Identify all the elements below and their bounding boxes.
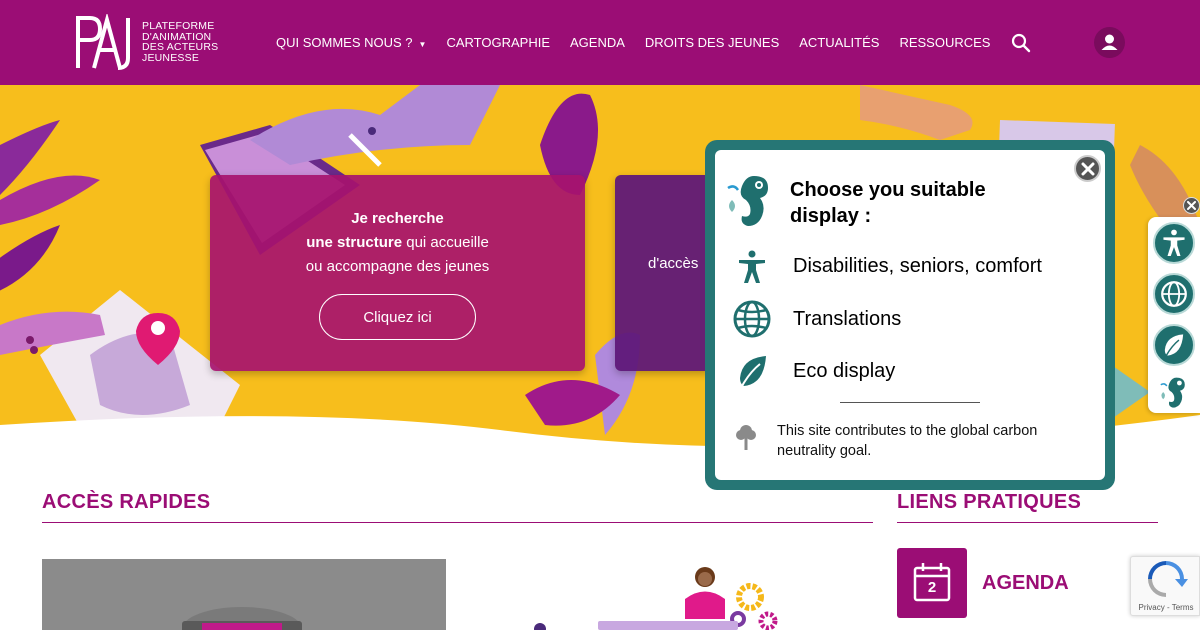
card-line: ou accompagne des jeunes [305,258,490,275]
toolbar-globe-icon[interactable] [1153,273,1195,315]
section-divider [897,522,1158,523]
agenda-tile-day: 2 [927,579,937,596]
popup-title: Choose you suitable display : [790,179,986,227]
option-eco-display[interactable]: Eco display [793,360,895,383]
main-nav: QUI SOMMES NOUS ? ▼ CARTOGRAPHIE AGENDA D… [276,35,990,50]
nav-label: QUI SOMMES NOUS ? [276,35,413,50]
option-translations[interactable]: Translations [793,308,901,331]
popup-divider [840,402,980,403]
globe-icon [733,300,771,343]
close-icon[interactable] [1074,155,1101,182]
nav-cartographie[interactable]: CARTOGRAPHIE [446,35,550,50]
nav-agenda[interactable]: AGENDA [570,35,625,50]
toolbar-seahorse-icon[interactable] [1158,374,1190,415]
agenda-link[interactable]: AGENDA [982,572,1069,595]
second-hero-card[interactable]: d'accès [615,175,715,371]
section-divider [42,522,873,523]
logo-mark [74,12,136,70]
nav-ressources[interactable]: RESSOURCES [899,35,990,50]
useful-links-heading: LIENS PRATIQUES [897,491,1082,513]
caret-down-icon: ▼ [418,40,427,49]
nav-actualites[interactable]: ACTUALITÉS [799,35,879,50]
site-logo[interactable]: PLATEFORME D'ANIMATION DES ACTEURS JEUNE… [74,12,218,70]
popup-arrow [1110,364,1150,420]
toolbar-leaf-icon[interactable] [1153,324,1195,366]
quick-access-illustration [534,567,778,630]
recaptcha-links[interactable]: Privacy - Terms [1131,603,1200,612]
nav-qui-sommes-nous[interactable]: QUI SOMMES NOUS ? ▼ [276,35,426,50]
search-structure-card: Je recherche une structure qui accueille… [210,175,585,371]
recaptcha-icon [1148,561,1188,597]
logo-text: PLATEFORME D'ANIMATION DES ACTEURS JEUNE… [142,21,218,63]
card2-text: d'accès [648,255,699,272]
quick-access-tile[interactable] [42,559,446,630]
card-line-bold: une structure [306,234,403,251]
quick-access-heading: ACCÈS RAPIDES [42,491,211,513]
accessibility-icon [736,250,768,289]
card-line: Je recherche [351,210,444,227]
carbon-neutrality-note: This site contributes to the global carb… [777,423,1038,459]
leaf-icon [736,354,770,393]
cliquez-ici-button[interactable]: Cliquez ici [319,294,476,340]
search-icon[interactable] [1011,33,1031,53]
site-header: PLATEFORME D'ANIMATION DES ACTEURS JEUNE… [0,0,1200,85]
card-text: Je recherche une structure qui accueille… [210,207,585,279]
recaptcha-badge[interactable]: Privacy - Terms [1130,556,1200,616]
option-disabilities[interactable]: Disabilities, seniors, comfort [793,255,1042,278]
tree-icon [735,423,757,456]
toolbar-accessibility-icon[interactable] [1153,222,1195,264]
logo-line: DES ACTEURS [142,41,219,53]
toolbar-close-icon[interactable] [1183,197,1200,214]
nav-droits-des-jeunes[interactable]: DROITS DES JEUNES [645,35,779,50]
tile-illustration [182,607,302,630]
seahorse-icon [724,170,776,235]
logo-line: PLATEFORME [142,20,215,32]
card-line-rest: qui accueille [402,234,489,251]
agenda-calendar-icon[interactable]: 2 [897,548,967,618]
logo-line: JEUNESSE [142,51,200,64]
user-icon[interactable] [1094,27,1125,58]
